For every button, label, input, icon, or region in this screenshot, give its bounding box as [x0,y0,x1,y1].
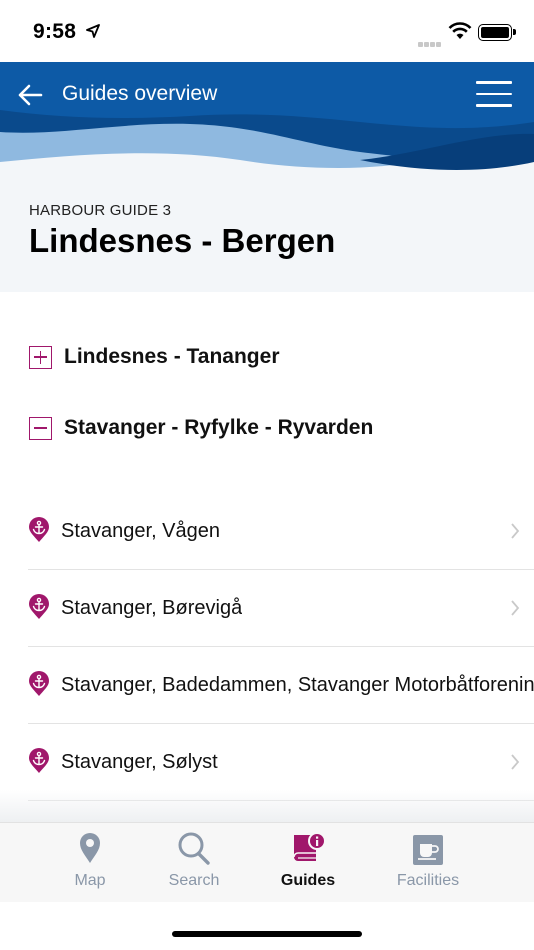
anchor-pin-icon [29,517,49,542]
guide-title-panel: HARBOUR GUIDE 3 Lindesnes - Bergen [0,172,534,292]
map-pin-icon [80,833,100,863]
anchor-pin-icon [29,748,49,773]
harbour-name: Stavanger, Børevigå [61,596,243,619]
tab-bar: Map Search Guides Facilities [0,822,534,902]
tab-guides[interactable]: Guides [258,831,358,897]
tab-search[interactable]: Search [144,831,244,897]
search-icon [178,832,210,865]
tab-label: Search [168,872,220,889]
collapse-minus-icon[interactable] [29,416,52,440]
back-arrow-icon[interactable] [16,82,46,108]
chevron-right-icon [511,754,520,770]
list-fade [0,790,534,822]
battery-icon [478,24,516,41]
cellular-signal-icon [418,34,442,47]
tab-label: Map [74,872,106,889]
home-indicator-area [0,902,534,950]
harbour-list: Stavanger, Vågen Stavanger, Børevigå Sta… [28,493,534,801]
location-arrow-icon [86,24,100,38]
book-info-icon [293,832,326,861]
home-indicator[interactable] [172,931,362,937]
guide-kicker: HARBOUR GUIDE 3 [29,202,172,219]
tab-label: Guides [280,872,336,889]
page-title: Lindesnes - Bergen [29,222,336,259]
tab-facilities[interactable]: Facilities [378,831,478,897]
header: Guides overview [0,62,534,172]
status-bar: 9:58 [0,0,534,62]
list-item[interactable]: Stavanger, Badedammen, Stavanger Motorbå… [28,647,534,724]
tab-map[interactable]: Map [40,831,140,897]
cup-icon [413,835,443,865]
header-waves [0,62,534,172]
list-item[interactable]: Stavanger, Vågen [28,493,534,570]
harbour-name: Stavanger, Sølyst [61,750,218,773]
wifi-icon [448,22,472,39]
section-label: Lindesnes - Tananger [64,345,280,368]
section-lindesnes-tananger[interactable]: Lindesnes - Tananger [29,342,280,372]
status-time: 9:58 [33,20,77,43]
section-stavanger-ryfylke-ryvarden[interactable]: Stavanger - Ryfylke - Ryvarden [29,413,373,443]
tab-label: Facilities [396,872,460,889]
menu-icon[interactable] [476,81,512,109]
list-item[interactable]: Stavanger, Børevigå [28,570,534,647]
expand-plus-icon[interactable] [29,345,52,369]
chevron-right-icon [511,523,520,539]
anchor-pin-icon [29,671,49,696]
chevron-right-icon [511,600,520,616]
harbour-name: Stavanger, Vågen [61,519,221,542]
section-label: Stavanger - Ryfylke - Ryvarden [64,416,374,439]
back-button-label[interactable]: Guides overview [62,82,217,106]
harbour-name: Stavanger, Badedammen, Stavanger Motorbå… [61,673,534,696]
anchor-pin-icon [29,594,49,619]
